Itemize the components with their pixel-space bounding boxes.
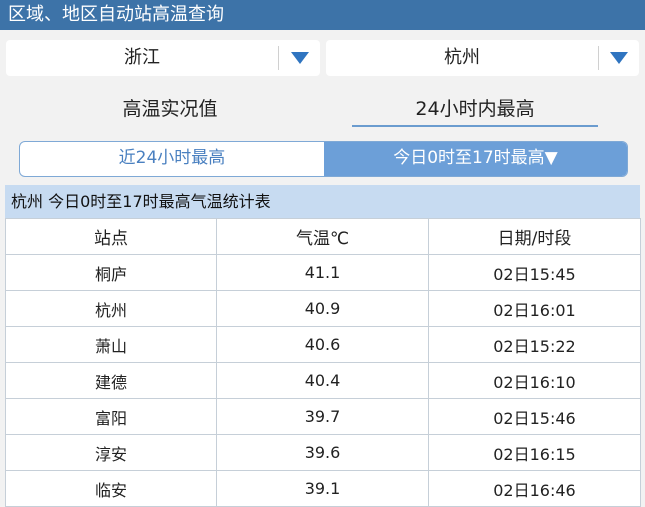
table-row: 桐庐 41.1 02日15:45	[5, 254, 641, 291]
province-value: 浙江	[124, 47, 160, 68]
city-value: 杭州	[444, 47, 480, 68]
tab-realtime-high[interactable]: 高温实况值	[45, 92, 295, 126]
station-cell: 建德	[5, 362, 217, 399]
column-header-temperature: 气温℃	[216, 218, 429, 255]
chevron-down-icon[interactable]	[279, 40, 320, 76]
table-row: 临安 39.1 02日16:46	[5, 470, 641, 507]
app-title-bar: 区域、地区自动站高温查询	[0, 0, 645, 30]
station-cell: 富阳	[5, 398, 217, 435]
table-row: 萧山 40.6 02日15:22	[5, 326, 641, 363]
datetime-cell: 02日15:22	[428, 326, 641, 363]
city-select[interactable]: 杭州	[326, 40, 639, 76]
column-header-station: 站点	[5, 218, 217, 255]
station-cell: 桐庐	[5, 254, 217, 291]
datetime-cell: 02日15:46	[428, 398, 641, 435]
datetime-cell: 02日16:46	[428, 470, 641, 507]
column-header-datetime: 日期/时段	[428, 218, 641, 255]
segment-last-24h[interactable]: 近24小时最高	[20, 142, 324, 176]
table-header-row: 站点 气温℃ 日期/时段	[5, 218, 641, 255]
temperature-cell: 39.7	[216, 398, 429, 435]
datetime-cell: 02日15:45	[428, 254, 641, 291]
province-select[interactable]: 浙江	[6, 40, 320, 76]
table-caption: 杭州 今日0时至17时最高气温统计表	[5, 185, 640, 218]
datetime-cell: 02日16:01	[428, 290, 641, 327]
temperature-cell: 39.1	[216, 470, 429, 507]
table-row: 富阳 39.7 02日15:46	[5, 398, 641, 435]
page-title: 区域、地区自动站高温查询	[8, 4, 224, 25]
temperature-cell: 40.6	[216, 326, 429, 363]
tab-24h-max[interactable]: 24小时内最高	[352, 92, 598, 126]
chevron-down-icon[interactable]	[599, 40, 639, 76]
station-cell: 临安	[5, 470, 217, 507]
table-row: 杭州 40.9 02日16:01	[5, 290, 641, 327]
temperature-cell: 40.4	[216, 362, 429, 399]
temperature-table: 站点 气温℃ 日期/时段 桐庐 41.1 02日15:45 杭州 40.9 02…	[5, 218, 641, 507]
table-row: 建德 40.4 02日16:10	[5, 362, 641, 399]
segment-today-0-17[interactable]: 今日0时至17时最高▼	[324, 142, 627, 176]
station-cell: 淳安	[5, 434, 217, 471]
table-row: 淳安 39.6 02日16:15	[5, 434, 641, 471]
station-cell: 杭州	[5, 290, 217, 327]
time-range-segmented-control: 近24小时最高 今日0时至17时最高▼	[19, 141, 628, 177]
station-cell: 萧山	[5, 326, 217, 363]
datetime-cell: 02日16:15	[428, 434, 641, 471]
temperature-cell: 39.6	[216, 434, 429, 471]
temperature-cell: 40.9	[216, 290, 429, 327]
active-tab-underline	[352, 125, 598, 127]
temperature-cell: 41.1	[216, 254, 429, 291]
datetime-cell: 02日16:10	[428, 362, 641, 399]
